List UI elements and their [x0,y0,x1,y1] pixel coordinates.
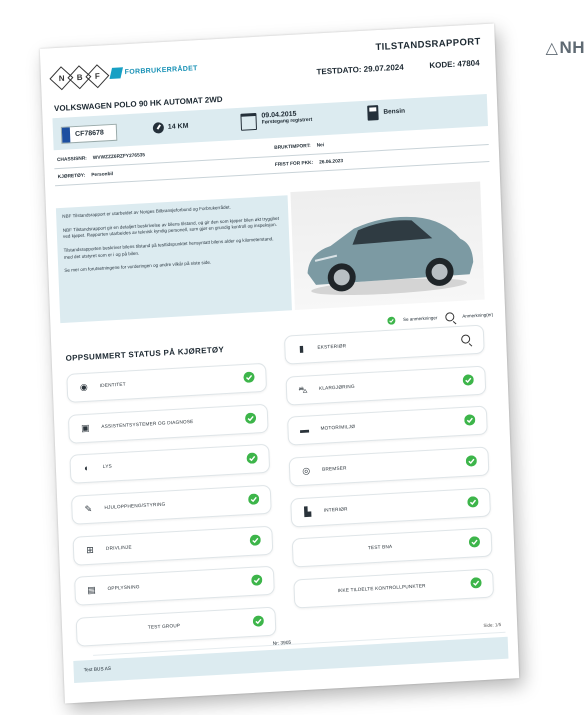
check-icon [243,371,255,383]
report-sheet: N B F FORBRUKERRÅDET TILSTANDSRAPPORT TE… [39,23,520,704]
corner-logo: △NH [545,38,585,57]
identity-icon: ◉ [79,381,88,393]
eu-flag-icon [61,127,71,143]
check-icon [252,615,264,627]
drivetrain-icon: ⊞ [86,544,94,555]
status-card-test-bna[interactable]: TEST BNA [291,527,493,569]
check-icon [470,577,482,589]
light-icon: ◐ [84,463,90,474]
status-card-eksterior[interactable]: ▮ EKSTERIØR [283,324,485,365]
document-title: TILSTANDSRAPPORT [375,36,481,54]
car-photo [290,181,485,311]
status-card-ikke-tildelte[interactable]: IKKE TILDELTE KONTROLLPUNKTER [293,568,495,609]
car-icon: ⛍ [298,384,308,395]
check-icon [467,496,479,508]
speedometer-icon [152,122,165,134]
check-icon [387,316,396,325]
check-icon [251,575,263,587]
check-icon [245,412,257,424]
fuel-type: Bensin [367,104,405,121]
status-card-klargjoring[interactable]: ⛍ KLARGJØRING [285,365,487,406]
forbrukerradet-logo: FORBRUKERRÅDET [109,63,198,80]
mileage: 14 KM [152,121,189,134]
check-icon [464,414,476,426]
status-card-hjuloppheng[interactable]: ✎ HJULOPPHENG/STYRING [70,484,272,525]
status-card-bremser[interactable]: ◎ BREMSER [288,446,490,487]
assistant-icon: ▣ [80,422,90,433]
car-illustration [307,216,474,296]
summary-left-column: ◉ IDENTITET ▣ ASSISTENTSYSTEMER OG DIAGN… [66,362,277,659]
check-icon [465,455,477,467]
status-card-test-group[interactable]: TEST GROUP [75,606,277,647]
status-card-drivlinje[interactable]: ⊞ DRIVLINJE [72,525,274,566]
magnifier-icon [445,312,455,322]
status-card-assistentsystemer[interactable]: ▣ ASSISTENTSYSTEMER OG DIAGNOSE [67,403,269,444]
engine-icon: ▬ [299,424,310,436]
status-card-motor-miljo[interactable]: ▬ MOTOR/MILJØ [287,405,488,447]
fuel-pump-icon [367,105,379,121]
seat-icon: ▙ [304,506,312,517]
report-code: KODE: 47804 [429,58,480,71]
forbrukerradet-icon [109,67,124,80]
status-legend: Se anmerkninger Anmerkning(er) [387,310,493,325]
status-card-interior[interactable]: ▙ INTERIØR [290,487,491,528]
company-name: Test BUS AS [83,666,112,674]
check-icon [468,536,480,548]
nbf-logo: N B F [49,64,110,91]
calendar-icon [240,112,258,131]
door-icon: ▮ [298,343,305,354]
check-icon [248,493,260,505]
intro-text: NBF Tilstandsrapport er utarbeidet av No… [55,195,292,324]
test-date: TESTDATO: 29.07.2024 [316,62,404,77]
status-card-opplysning[interactable]: ▤ OPPLYSNING [74,566,275,607]
license-plate: CF78678 [60,123,118,144]
document-icon: ▤ [87,585,97,596]
magnifier-icon [461,334,471,344]
status-card-identitet[interactable]: ◉ IDENTITET [66,362,268,403]
page-number: Side: 1/5 [483,622,502,629]
status-card-lys[interactable]: ◐ LYS [69,444,271,485]
check-icon [249,534,261,546]
report-header: N B F FORBRUKERRÅDET TILSTANDSRAPPORT TE… [49,34,484,98]
brake-icon: ◎ [302,465,311,476]
registration-date: 09.04.2015 Førstegang registrert [240,110,312,131]
check-icon [462,374,474,386]
wrench-icon: ✎ [84,503,93,515]
summary-right-column: ▮ EKSTERIØR ⛍ KLARGJØRING ▬ MOTOR/MILJØ … [283,324,495,621]
triangle-logo-icon: △ [545,40,559,57]
check-icon [246,453,258,465]
summary-title: OPPSUMMERT STATUS PÅ KJØRETØY [65,345,225,363]
stage: △NH N B F FORBRUKERRÅDET TILSTANDSRAPPOR… [0,0,585,715]
report-number: Nr: 3905 [272,640,292,647]
